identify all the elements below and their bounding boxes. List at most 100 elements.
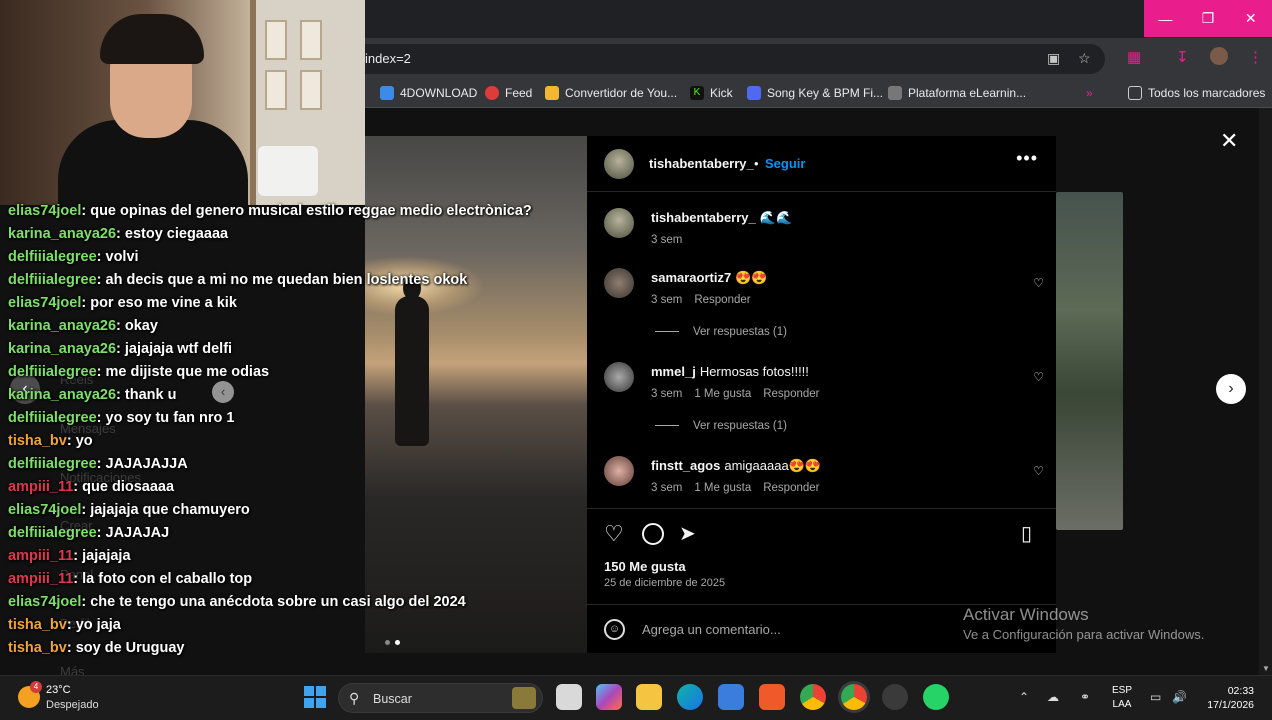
- chrome-active-icon[interactable]: [841, 684, 867, 710]
- chat-username[interactable]: elias74joel: [8, 295, 81, 311]
- chat-username[interactable]: delfiiialegree: [8, 525, 97, 541]
- language-indicator[interactable]: ESP LAA: [1112, 684, 1132, 712]
- reply-button[interactable]: Responder: [694, 294, 750, 306]
- bookmark-4download[interactable]: 4DOWNLOAD: [380, 86, 477, 100]
- reply-button[interactable]: Responder: [763, 388, 819, 400]
- follow-button[interactable]: Seguir: [765, 156, 805, 171]
- bookmarks-overflow-icon[interactable]: »: [1086, 86, 1093, 100]
- chat-username[interactable]: ampiii_11: [8, 479, 73, 495]
- extensions-icon[interactable]: ▦: [1127, 48, 1141, 66]
- clock[interactable]: 02:33 17/1/2026: [1200, 684, 1254, 712]
- tray-overflow-icon[interactable]: ⌃: [1019, 690, 1029, 704]
- like-count[interactable]: 150 Me gusta: [604, 559, 686, 574]
- like-icon[interactable]: ♡: [604, 521, 624, 547]
- search-highlight-icon: [512, 687, 536, 709]
- comment-icon[interactable]: [642, 523, 664, 545]
- reply-button[interactable]: Responder: [763, 482, 819, 494]
- chat-username[interactable]: tisha_bv: [8, 617, 67, 633]
- chat-username[interactable]: tisha_bv: [8, 433, 67, 449]
- chrome-icon[interactable]: [800, 684, 826, 710]
- chat-username[interactable]: delfiiialegree: [8, 456, 97, 472]
- commenter-avatar[interactable]: [604, 362, 634, 392]
- caption-username[interactable]: tishabentaberry_: [651, 210, 756, 225]
- next-post-preview[interactable]: [1056, 192, 1123, 530]
- chat-username[interactable]: karina_anaya26: [8, 226, 116, 242]
- close-window-button[interactable]: ✕: [1229, 0, 1272, 37]
- author-username[interactable]: tishabentaberry_: [649, 156, 754, 171]
- comment-like-icon[interactable]: ♡: [1033, 276, 1044, 290]
- edge-icon[interactable]: [677, 684, 703, 710]
- chat-separator: :: [73, 479, 83, 495]
- bookmark-feed[interactable]: Feed: [485, 86, 532, 100]
- chat-username[interactable]: elias74joel: [8, 203, 81, 219]
- chat-username[interactable]: delfiiialegree: [8, 364, 97, 380]
- close-icon[interactable]: ✕: [1220, 128, 1238, 154]
- chat-message: elias74joel: che te tengo una anécdota s…: [8, 594, 466, 610]
- chat-message: tisha_bv: yo jaja: [8, 617, 121, 633]
- store-icon[interactable]: [718, 684, 744, 710]
- obs-icon[interactable]: [882, 684, 908, 710]
- all-bookmarks[interactable]: Todos los marcadores: [1128, 86, 1265, 100]
- chat-message: karina_anaya26: okay: [8, 318, 158, 334]
- microphone-icon[interactable]: ⚭: [1080, 690, 1090, 704]
- chat-username[interactable]: delfiiialegree: [8, 272, 97, 288]
- bookmark-icon: [485, 86, 499, 100]
- chat-username[interactable]: ampiii_11: [8, 548, 73, 564]
- file-explorer-icon[interactable]: [636, 684, 662, 710]
- chat-username[interactable]: tisha_bv: [8, 640, 67, 656]
- address-bar[interactable]: index=2 ▣ ☆: [345, 44, 1105, 74]
- comment-likes[interactable]: 1 Me gusta: [694, 388, 751, 400]
- bookmark-songkey[interactable]: Song Key & BPM Fi...: [747, 86, 883, 100]
- share-icon[interactable]: ➤: [679, 521, 696, 546]
- brave-icon[interactable]: [759, 684, 785, 710]
- taskbar-search[interactable]: ⚲ Buscar: [338, 683, 543, 713]
- chat-username[interactable]: karina_anaya26: [8, 341, 116, 357]
- commenter-username[interactable]: samaraortiz7: [651, 270, 731, 285]
- next-post-button[interactable]: ›: [1216, 374, 1246, 404]
- menu-icon[interactable]: ⋮: [1248, 48, 1263, 66]
- network-icon[interactable]: ▭: [1150, 690, 1161, 704]
- emoji-icon[interactable]: ☺: [604, 619, 625, 640]
- volume-icon[interactable]: 🔊: [1172, 690, 1187, 704]
- chat-text: volvi: [105, 249, 139, 265]
- comment-like-icon[interactable]: ♡: [1033, 464, 1044, 478]
- chat-username[interactable]: ampiii_11: [8, 571, 73, 587]
- onedrive-icon[interactable]: ☁: [1047, 690, 1059, 704]
- chat-text: estoy ciegaaaa: [124, 226, 229, 242]
- bookmark-save-icon[interactable]: ▯: [1021, 521, 1032, 546]
- chat-username[interactable]: karina_anaya26: [8, 318, 116, 334]
- task-view-icon[interactable]: [556, 684, 582, 710]
- chat-text: por eso me vine a kik: [90, 295, 237, 311]
- commenter-username[interactable]: mmel_j: [651, 364, 696, 379]
- whatsapp-icon[interactable]: [923, 684, 949, 710]
- chat-username[interactable]: karina_anaya26: [8, 387, 116, 403]
- bookmark-plataforma[interactable]: Plataforma eLearnin...: [888, 86, 1026, 100]
- author-avatar[interactable]: [604, 149, 634, 179]
- download-icon[interactable]: ↧: [1176, 48, 1189, 66]
- comment-like-icon[interactable]: ♡: [1033, 370, 1044, 384]
- restore-button[interactable]: ❐: [1187, 0, 1230, 37]
- bookmark-kick[interactable]: K Kick: [690, 86, 733, 100]
- chat-username[interactable]: delfiiialegree: [8, 410, 97, 426]
- page-scrollbar[interactable]: ▼: [1259, 108, 1272, 675]
- start-button[interactable]: [304, 686, 326, 708]
- chat-username[interactable]: elias74joel: [8, 502, 81, 518]
- m365-icon[interactable]: [596, 684, 622, 710]
- star-icon[interactable]: ☆: [1078, 50, 1091, 67]
- chat-message: karina_anaya26: estoy ciegaaaa: [8, 226, 228, 242]
- view-replies-button[interactable]: Ver respuestas (1): [655, 326, 787, 338]
- comment-input[interactable]: Agrega un comentario...: [642, 622, 781, 637]
- minimize-button[interactable]: —: [1144, 0, 1187, 37]
- chat-username[interactable]: elias74joel: [8, 594, 81, 610]
- chat-username[interactable]: delfiiialegree: [8, 249, 97, 265]
- profile-avatar[interactable]: [1210, 47, 1228, 65]
- more-options-icon[interactable]: •••: [1016, 148, 1038, 169]
- view-replies-button[interactable]: Ver respuestas (1): [655, 420, 787, 432]
- comment-likes[interactable]: 1 Me gusta: [694, 482, 751, 494]
- bookmark-convertidor[interactable]: Convertidor de You...: [545, 86, 677, 100]
- caption-avatar[interactable]: [604, 208, 634, 238]
- commenter-username[interactable]: finstt_agos: [651, 458, 720, 473]
- install-icon[interactable]: ▣: [1047, 50, 1060, 67]
- commenter-avatar[interactable]: [604, 456, 634, 486]
- commenter-avatar[interactable]: [604, 268, 634, 298]
